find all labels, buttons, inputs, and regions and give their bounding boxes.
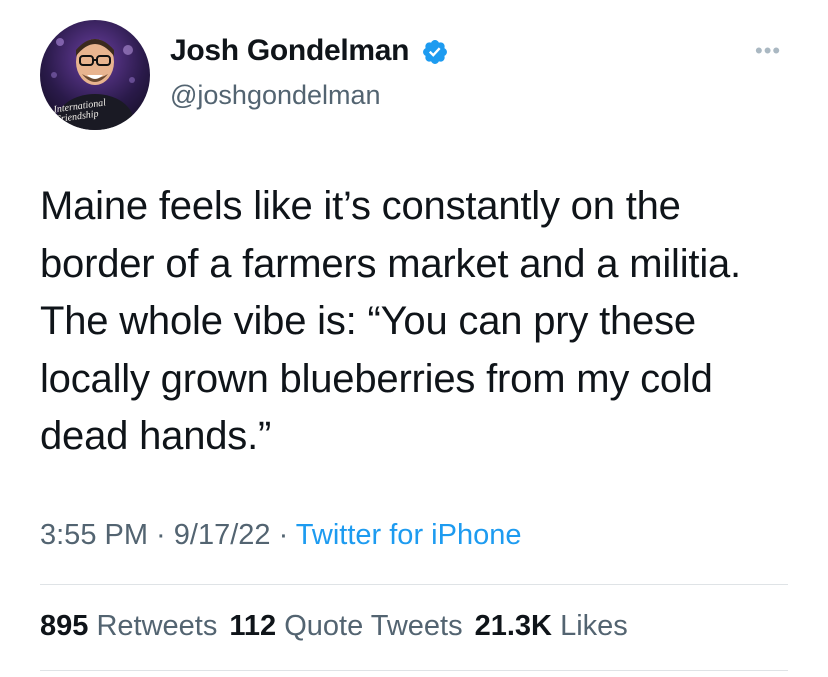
likes-label: Likes xyxy=(560,610,628,642)
quote-tweets-count: 112 xyxy=(229,610,277,642)
likes-count: 21.3K xyxy=(474,610,552,642)
quote-tweets-label: Quote Tweets xyxy=(284,610,463,642)
meta-separator: · xyxy=(148,519,174,551)
divider xyxy=(40,670,788,671)
author-handle[interactable]: @joshgondelman xyxy=(170,80,381,111)
likes-stat[interactable]: 21.3K Likes xyxy=(475,610,628,642)
author-avatar[interactable]: International Friendship xyxy=(40,20,150,130)
verified-badge-icon xyxy=(423,40,447,64)
retweets-count: 895 xyxy=(40,610,89,642)
quote-tweets-stat[interactable]: 112 Quote Tweets xyxy=(229,610,462,642)
meta-separator: · xyxy=(270,519,296,551)
tweet-stats: 895 Retweets 112 Quote Tweets 21.3K Likes xyxy=(40,610,628,643)
tweet-source-link[interactable]: Twitter for iPhone xyxy=(296,519,522,551)
author-name[interactable]: Josh Gondelman xyxy=(170,34,409,68)
tweet-text: Maine feels like it’s constantly on the … xyxy=(40,184,741,458)
tweet-meta: 3:55 PM · 9/17/22 · Twitter for iPhone xyxy=(40,519,521,552)
retweets-label: Retweets xyxy=(96,610,218,642)
tweet-time[interactable]: 3:55 PM xyxy=(40,519,148,551)
divider xyxy=(40,584,788,585)
retweets-stat[interactable]: 895 Retweets xyxy=(40,610,217,642)
tweet-date[interactable]: 9/17/22 xyxy=(174,519,271,551)
more-options-icon[interactable]: ••• xyxy=(755,38,781,64)
